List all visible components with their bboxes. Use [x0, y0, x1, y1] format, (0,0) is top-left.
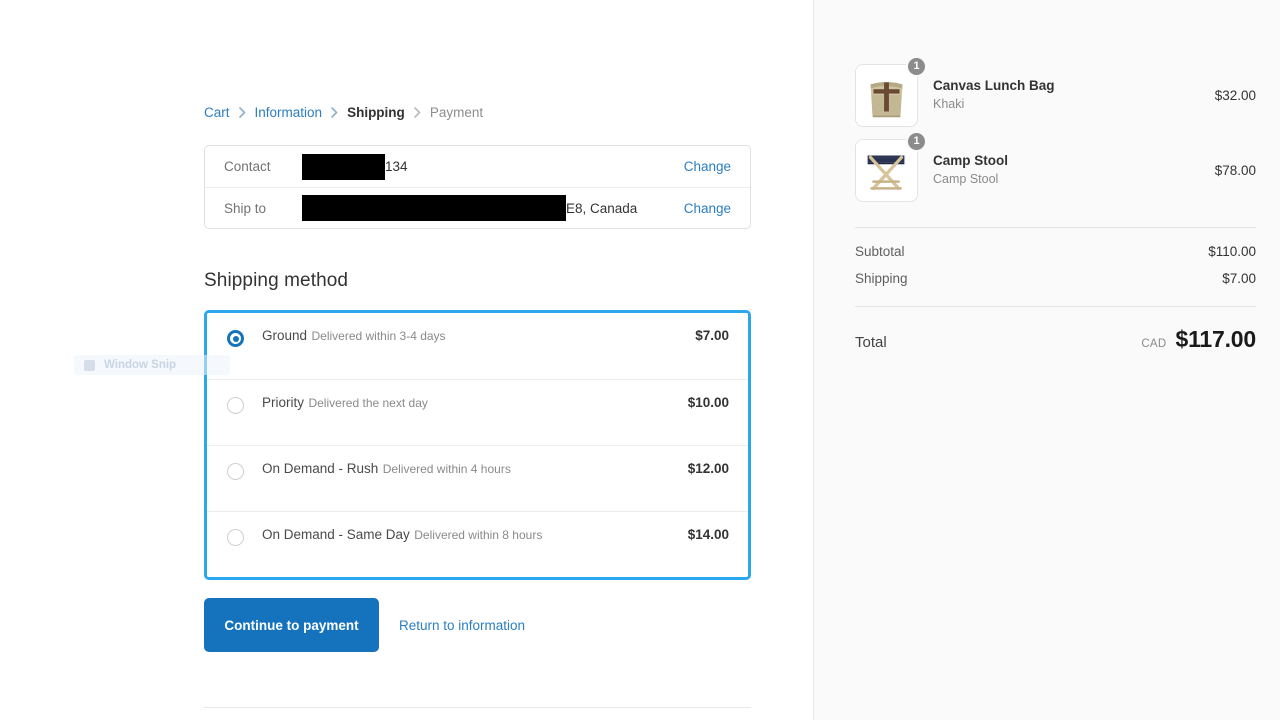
review-label-contact: Contact [224, 159, 271, 174]
radio-on-demand-same-day[interactable] [227, 529, 244, 546]
shipping-option-description: Delivered within 8 hours [414, 528, 543, 542]
subtotal-label: Subtotal [855, 244, 905, 259]
shipping-value: $7.00 [1222, 271, 1256, 286]
order-line-item: 1 Camp Stool Camp Stool $78.00 [855, 130, 1256, 202]
summary-row-total: Total CAD $117.00 [855, 326, 1256, 353]
total-value: $117.00 [1175, 326, 1257, 352]
chevron-right-icon [238, 106, 246, 118]
shipping-option-price: $14.00 [687, 527, 729, 542]
order-item-name: Canvas Lunch Bag [933, 78, 1055, 93]
breadcrumb-item-cart[interactable]: Cart [204, 105, 230, 121]
checkout-main-column: Cart Information Shipping Payment Contac… [0, 0, 813, 720]
review-value-ship-to-tail: E8, Canada [566, 200, 638, 216]
summary-divider [855, 227, 1256, 228]
breadcrumb-item-payment: Payment [429, 105, 484, 120]
order-item-variant: Camp Stool [933, 172, 999, 186]
shipping-option-price: $10.00 [687, 395, 729, 410]
footer-divider [204, 707, 751, 708]
breadcrumb-item-information[interactable]: Information [255, 105, 323, 121]
change-contact-link[interactable]: Change [684, 159, 731, 174]
subtotal-value: $110.00 [1208, 244, 1256, 259]
review-row-ship-to: Ship to E8, Canada Change [205, 187, 750, 228]
shipping-option-name: Priority [262, 395, 305, 410]
shipping-option-ground[interactable]: Ground Delivered within 3-4 days $7.00 [207, 313, 748, 379]
page-title: Shipping method [204, 270, 349, 291]
change-ship-to-link[interactable]: Change [684, 201, 731, 216]
continue-to-payment-button[interactable]: Continue to payment [204, 598, 379, 652]
order-item-price: $78.00 [1214, 162, 1256, 178]
shipping-option-name: Ground [262, 328, 308, 343]
breadcrumb: Cart Information Shipping Payment [204, 105, 483, 121]
breadcrumb-item-shipping: Shipping [347, 105, 405, 120]
total-currency: CAD [1141, 338, 1167, 350]
shipping-option-on-demand-same-day[interactable]: On Demand - Same Day Delivered within 8 … [207, 511, 748, 577]
review-value-contact-tail: 134 [385, 159, 408, 174]
total-label: Total [855, 334, 887, 351]
redaction-bar-ship-to [302, 195, 566, 221]
order-item-name: Camp Stool [933, 153, 1009, 168]
order-summary-panel: 1 Canvas Lunch Bag Khaki $32.00 1 Camp S… [813, 0, 1280, 720]
review-label-ship-to: Ship to [224, 200, 267, 216]
shipping-label: Shipping [855, 271, 908, 286]
order-item-variant: Khaki [933, 97, 965, 111]
scissors-icon [84, 359, 95, 371]
shipping-option-description: Delivered within 3-4 days [311, 329, 446, 343]
shipping-option-price: $12.00 [687, 461, 729, 476]
shipping-option-name: On Demand - Same Day [262, 527, 410, 542]
shipping-option-description: Delivered the next day [308, 396, 428, 410]
shipping-option-price: $7.00 [695, 328, 729, 343]
review-value-contact: 134 [302, 153, 672, 180]
window-snip-label: Window Snip [104, 359, 177, 371]
action-row: Continue to payment Return to informatio… [204, 598, 525, 652]
shipping-method-list: Ground Delivered within 3-4 days $7.00 P… [204, 310, 751, 580]
return-to-information-link[interactable]: Return to information [399, 618, 525, 633]
radio-priority[interactable] [227, 397, 244, 414]
order-review-box: Contact 134 Change Ship to E8, Canada Ch… [204, 145, 751, 229]
shipping-option-description: Delivered within 4 hours [382, 462, 511, 476]
quantity-badge: 1 [906, 55, 927, 77]
chevron-right-icon [331, 106, 338, 118]
summary-row-subtotal: Subtotal $110.00 [855, 244, 1256, 259]
review-row-contact: Contact 134 Change [205, 146, 750, 187]
shipping-option-name: On Demand - Rush [262, 461, 379, 476]
checkout-page: Cart Information Shipping Payment Contac… [0, 0, 1280, 720]
order-line-item: 1 Canvas Lunch Bag Khaki $32.00 [855, 55, 1256, 127]
shipping-option-on-demand-rush[interactable]: On Demand - Rush Delivered within 4 hour… [207, 445, 748, 511]
order-item-price: $32.00 [1214, 87, 1256, 103]
radio-ground[interactable] [227, 330, 244, 347]
summary-divider [855, 306, 1256, 307]
review-value-ship-to: E8, Canada [302, 195, 672, 221]
radio-on-demand-rush[interactable] [227, 463, 244, 480]
shipping-option-priority[interactable]: Priority Delivered the next day $10.00 [207, 379, 748, 445]
chevron-right-icon [414, 106, 421, 118]
summary-row-shipping: Shipping $7.00 [855, 271, 1256, 286]
quantity-badge: 1 [906, 130, 927, 152]
redaction-bar-contact [302, 153, 385, 180]
